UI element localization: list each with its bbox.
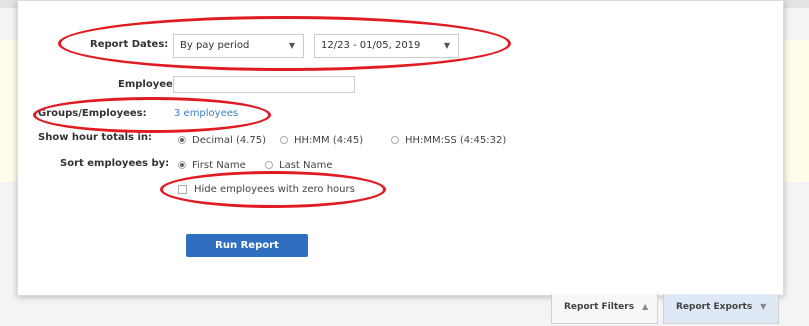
date-range-select[interactable]: 12/23 - 01/05, 2019 ▼ (314, 34, 459, 58)
sort-first-name-label: First Name (192, 160, 246, 171)
caret-up-icon: ▲ (642, 302, 649, 311)
show-hour-totals-label: Show hour totals in: (38, 132, 153, 143)
sort-employees-label: Sort employees by: (60, 158, 170, 169)
tab-report-filters-label: Report Filters (564, 302, 635, 312)
triangle-down-icon: ▼ (443, 41, 450, 50)
sort-last-name-radio[interactable] (265, 161, 273, 169)
report-dates-label: Report Dates: (90, 39, 169, 50)
tab-report-exports-label: Report Exports (676, 302, 753, 312)
hour-hhmmss-radio[interactable] (391, 136, 399, 144)
caret-down-icon: ▼ (760, 302, 767, 311)
date-range-value: 12/23 - 01/05, 2019 (321, 40, 421, 51)
hide-zero-hours-checkbox[interactable] (178, 185, 187, 194)
sort-first-name-radio[interactable] (178, 161, 186, 169)
hour-hhmm-label: HH:MM (4:45) (294, 135, 364, 146)
employee-input[interactable] (173, 76, 355, 93)
hour-decimal-label: Decimal (4.75) (192, 135, 267, 146)
date-mode-select[interactable]: By pay period ▼ (173, 34, 304, 58)
tab-report-exports[interactable]: Report Exports ▼ (663, 294, 779, 324)
groups-employees-label: Groups/Employees: (38, 108, 147, 119)
hour-hhmm-radio[interactable] (280, 136, 288, 144)
tab-report-filters[interactable]: Report Filters ▲ (551, 294, 658, 324)
date-mode-value: By pay period (180, 40, 250, 51)
hour-decimal-radio[interactable] (178, 136, 186, 144)
employee-label: Employee: (118, 79, 177, 90)
hour-hhmmss-label: HH:MM:SS (4:45:32) (405, 135, 507, 146)
hide-zero-hours-label: Hide employees with zero hours (194, 184, 355, 195)
run-report-button[interactable]: Run Report (186, 234, 308, 257)
report-filter-panel: Report Dates: By pay period ▼ 12/23 - 01… (17, 0, 784, 296)
sort-last-name-label: Last Name (279, 160, 333, 171)
triangle-down-icon: ▼ (288, 41, 295, 50)
groups-employees-link[interactable]: 3 employees (174, 108, 238, 119)
